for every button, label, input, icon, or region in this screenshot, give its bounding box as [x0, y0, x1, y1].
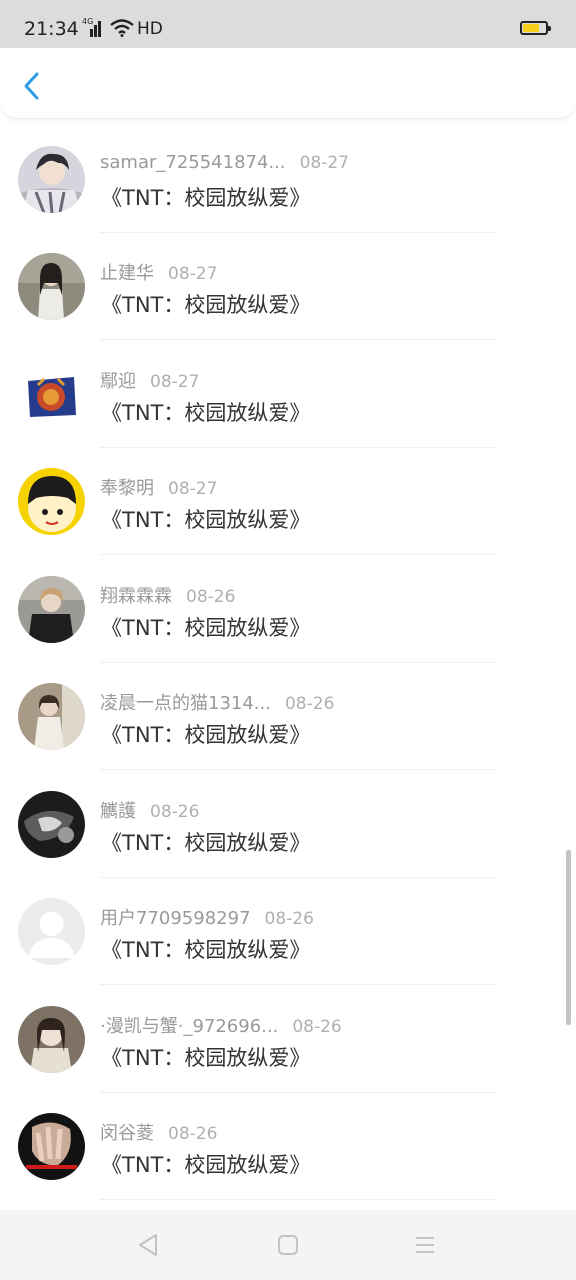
list-item[interactable]: 觽護 08-26 《TNT：校园放纵爱》: [0, 771, 576, 878]
username[interactable]: samar_725541874...: [100, 152, 286, 173]
username[interactable]: 翔霖霖霖: [100, 586, 172, 607]
list-item[interactable]: 鄢迎 08-27 《TNT：校园放纵爱》: [0, 341, 576, 448]
book-title[interactable]: 《TNT：校园放纵爱》: [101, 612, 310, 642]
book-title[interactable]: 《TNT：校园放纵爱》: [101, 827, 310, 857]
read-date: 08-26: [186, 587, 236, 607]
book-title[interactable]: 《TNT：校园放纵爱》: [101, 289, 310, 319]
book-title[interactable]: 《TNT：校园放纵爱》: [101, 504, 310, 534]
list-item[interactable]: 止建华 08-27 《TNT：校园放纵爱》: [0, 233, 576, 340]
book-title[interactable]: 《TNT：校园放纵爱》: [101, 934, 310, 964]
app-header: [0, 48, 576, 119]
list-item[interactable]: 闵谷菱 08-26 《TNT：校园放纵爱》: [0, 1093, 576, 1200]
avatar[interactable]: [18, 898, 85, 965]
read-date: 08-26: [264, 909, 314, 929]
read-date: 08-26: [168, 1124, 218, 1144]
chevron-left-icon: [24, 72, 39, 100]
system-nav-bar: [0, 1210, 576, 1280]
back-triangle-icon[interactable]: [134, 1230, 164, 1260]
username[interactable]: 凌晨一点的猫1314...: [100, 693, 271, 714]
list-item[interactable]: 奉黎明 08-27 《TNT：校园放纵爱》: [0, 448, 576, 555]
list-item[interactable]: ·漫凯与蟹·_972696... 08-26 《TNT：校园放纵爱》: [0, 986, 576, 1093]
username[interactable]: 用户7709598297: [100, 908, 251, 929]
divider: [100, 339, 496, 340]
read-date: 08-27: [168, 264, 218, 284]
avatar[interactable]: [18, 1113, 85, 1180]
divider: [100, 769, 496, 770]
username[interactable]: ·漫凯与蟹·_972696...: [100, 1016, 278, 1037]
read-date: 08-26: [292, 1017, 342, 1037]
divider: [100, 554, 496, 555]
avatar[interactable]: [18, 468, 85, 535]
username[interactable]: 止建华: [100, 263, 154, 284]
back-button[interactable]: [12, 66, 52, 106]
read-date: 08-27: [150, 372, 200, 392]
read-date: 08-26: [150, 802, 200, 822]
username[interactable]: 闵谷菱: [100, 1123, 154, 1144]
avatar[interactable]: [18, 146, 85, 213]
book-title[interactable]: 《TNT：校园放纵爱》: [101, 182, 310, 212]
username[interactable]: 鄢迎: [100, 371, 136, 392]
avatar[interactable]: [18, 576, 85, 643]
wifi-icon: [110, 19, 134, 37]
avatar[interactable]: [18, 361, 85, 428]
book-title[interactable]: 《TNT：校园放纵爱》: [101, 1149, 310, 1179]
book-title[interactable]: 《TNT：校园放纵爱》: [101, 397, 310, 427]
menu-lines-icon[interactable]: [410, 1230, 440, 1260]
home-square-icon[interactable]: [273, 1230, 303, 1260]
username[interactable]: 奉黎明: [100, 478, 154, 499]
list-item[interactable]: samar_725541874... 08-27 《TNT：校园放纵爱》: [0, 126, 576, 233]
avatar[interactable]: [18, 791, 85, 858]
status-time: 21:34: [24, 18, 79, 40]
battery-icon: [520, 21, 551, 35]
list-item[interactable]: 用户7709598297 08-26 《TNT：校园放纵爱》: [0, 878, 576, 985]
read-date: 08-27: [168, 479, 218, 499]
hd-indicator: HD: [137, 19, 163, 39]
book-title[interactable]: 《TNT：校园放纵爱》: [101, 719, 310, 749]
avatar[interactable]: [18, 1006, 85, 1073]
signal-icon: 4G: [82, 18, 104, 38]
book-title[interactable]: 《TNT：校园放纵爱》: [101, 1042, 310, 1072]
network-type: 4G: [82, 17, 94, 26]
avatar[interactable]: [18, 683, 85, 750]
list-item[interactable]: 翔霖霖霖 08-26 《TNT：校园放纵爱》: [0, 556, 576, 663]
avatar[interactable]: [18, 253, 85, 320]
read-date: 08-26: [284, 694, 335, 714]
status-bar: 21:34 4G HD: [0, 0, 576, 48]
list-item[interactable]: 凌晨一点的猫1314... 08-26 《TNT：校园放纵爱》: [0, 663, 576, 770]
read-date: 08-27: [299, 153, 350, 173]
divider: [100, 1199, 496, 1200]
divider: [100, 984, 496, 985]
scrollbar[interactable]: [566, 850, 571, 1025]
username[interactable]: 觽護: [100, 801, 136, 822]
